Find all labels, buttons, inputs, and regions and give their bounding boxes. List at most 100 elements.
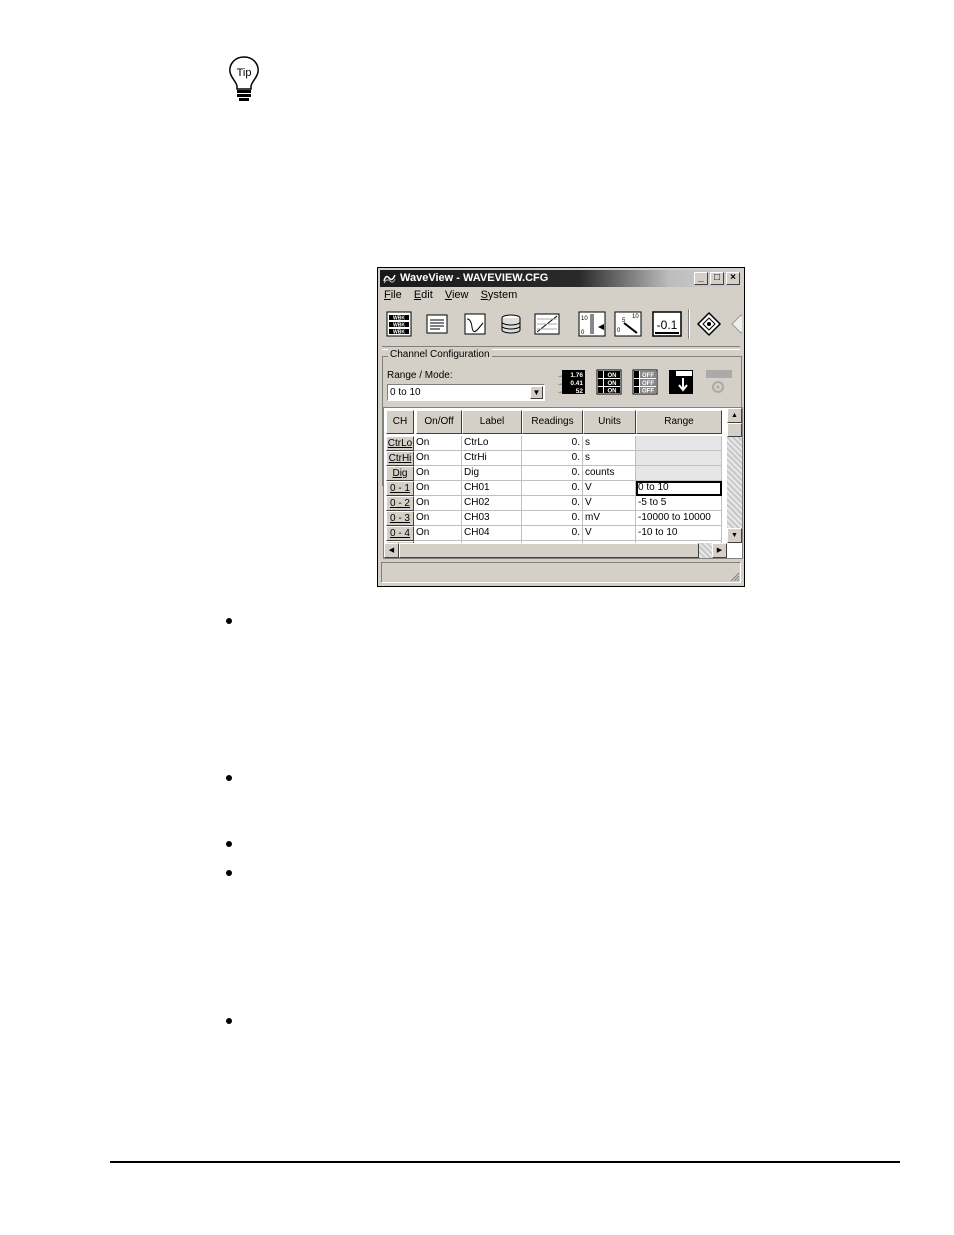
title-bar[interactable]: WaveView - WAVEVIEW.CFG _ □ × xyxy=(380,270,742,287)
label-cell[interactable]: CH01 xyxy=(462,481,522,496)
table-row[interactable]: CtrLo On CtrLo 0. s xyxy=(384,436,724,451)
label-cell[interactable]: CH02 xyxy=(462,496,522,511)
label-cell[interactable]: CtrHi xyxy=(462,451,522,466)
channels-on-icon[interactable]: ON ON ON xyxy=(596,369,622,395)
units-cell[interactable]: V xyxy=(583,496,636,511)
svg-text:OFF: OFF xyxy=(642,381,654,387)
channel-button[interactable]: 0 - 2 xyxy=(386,496,414,511)
table-row[interactable]: 0 - 3 On CH03 0. mV -10000 to 10000 xyxy=(384,511,724,526)
scroll-left-arrow-icon[interactable]: ◀ xyxy=(384,543,399,558)
svg-text:ON: ON xyxy=(608,381,617,387)
column-header-label[interactable]: Label xyxy=(462,410,522,434)
table-row[interactable]: Dig On Dig 0. counts xyxy=(384,466,724,481)
label-cell[interactable]: CH04 xyxy=(462,526,522,541)
range-cell[interactable]: -10 to 10 xyxy=(636,526,722,541)
waveview-app-icon xyxy=(383,274,396,284)
scroll-up-arrow-icon[interactable]: ▲ xyxy=(727,408,742,423)
horizontal-scroll-thumb[interactable] xyxy=(399,543,699,558)
disk-stack-icon[interactable] xyxy=(498,311,524,337)
channel-button[interactable]: 0 - 4 xyxy=(386,526,414,541)
reading-cell[interactable]: 0. xyxy=(522,451,583,466)
resize-grip-icon[interactable] xyxy=(728,570,740,582)
on-off-cell[interactable]: On xyxy=(414,511,462,526)
range-cell[interactable]: -10000 to 10000 xyxy=(636,511,722,526)
on-off-cell[interactable]: On xyxy=(414,451,462,466)
bullet-point xyxy=(226,618,232,624)
column-header-range[interactable]: Range xyxy=(636,410,722,434)
menu-edit[interactable]: Edit xyxy=(414,289,433,301)
svg-text:WBK: WBK xyxy=(393,316,405,322)
menu-system[interactable]: System xyxy=(481,289,518,301)
scroll-right-arrow-icon[interactable]: ▶ xyxy=(712,543,727,558)
units-cell[interactable]: counts xyxy=(583,466,636,481)
maximize-button[interactable]: □ xyxy=(710,272,724,285)
reading-cell[interactable]: 0. xyxy=(522,481,583,496)
on-off-cell[interactable]: On xyxy=(414,481,462,496)
channels-off-icon[interactable]: OFF OFF OFF xyxy=(632,369,658,395)
scope-icon[interactable] xyxy=(462,311,488,337)
label-cell[interactable]: CtrLo xyxy=(462,436,522,451)
tip-lightbulb-icon: Tip xyxy=(229,56,259,101)
vertical-scroll-thumb[interactable] xyxy=(727,423,742,437)
wbk-icon[interactable]: WBK WBK WBK xyxy=(386,311,412,337)
on-off-cell[interactable]: On xyxy=(414,526,462,541)
range-mode-select[interactable]: 0 to 10 ▼ xyxy=(387,384,545,401)
range-cell[interactable] xyxy=(636,466,722,481)
column-header-ch[interactable]: CH xyxy=(386,410,414,434)
menu-file[interactable]: File xyxy=(384,289,402,301)
column-header-on-off[interactable]: On/Off xyxy=(416,410,462,434)
range-cell[interactable] xyxy=(636,436,722,451)
range-cell[interactable]: -5 to 5 xyxy=(636,496,722,511)
reading-cell[interactable]: 0. xyxy=(522,436,583,451)
minimize-button[interactable]: _ xyxy=(694,272,708,285)
table-row[interactable]: 0 - 2 On CH02 0. V -5 to 5 xyxy=(384,496,724,511)
table-row[interactable]: 0 - 4 On CH04 0. V -10 to 10 xyxy=(384,526,724,541)
digital-meter-icon[interactable]: -0.1 xyxy=(652,311,682,337)
notes-icon[interactable] xyxy=(424,311,450,337)
dial-meter-icon[interactable]: 5 10 0 xyxy=(614,311,642,337)
vertical-scrollbar[interactable]: ▲ ▼ xyxy=(727,408,742,543)
footer-divider xyxy=(110,1161,900,1163)
reading-cell[interactable]: 0. xyxy=(522,526,583,541)
svg-text:0.41: 0.41 xyxy=(570,380,583,387)
range-cell[interactable]: 0 to 10 xyxy=(636,481,722,496)
reading-cell[interactable]: 0. xyxy=(522,496,583,511)
menu-view[interactable]: View xyxy=(445,289,469,301)
status-bar xyxy=(381,562,741,583)
svg-text:ON: ON xyxy=(608,373,617,379)
bullet-point xyxy=(226,841,232,847)
table-row[interactable]: 0 - 1 On CH01 0. V 0 to 10 xyxy=(384,481,724,496)
diamond-icon[interactable] xyxy=(696,311,722,337)
units-cell[interactable]: V xyxy=(583,481,636,496)
label-cell[interactable]: CH03 xyxy=(462,511,522,526)
on-off-cell[interactable]: On xyxy=(414,496,462,511)
horizontal-scrollbar[interactable]: ◀ ▶ xyxy=(384,543,727,558)
close-button[interactable]: × xyxy=(726,272,740,285)
table-row[interactable]: CtrHi On CtrHi 0. s xyxy=(384,451,724,466)
channel-button[interactable]: 0 - 1 xyxy=(386,481,414,496)
channel-button[interactable]: CtrLo xyxy=(386,436,414,451)
range-cell[interactable] xyxy=(636,451,722,466)
chevron-down-icon[interactable]: ▼ xyxy=(530,386,543,399)
units-cell[interactable]: mV xyxy=(583,511,636,526)
units-cell[interactable]: V xyxy=(583,526,636,541)
scroll-down-arrow-icon[interactable]: ▼ xyxy=(727,528,742,543)
units-cell[interactable]: s xyxy=(583,436,636,451)
on-off-cell[interactable]: On xyxy=(414,436,462,451)
reading-cell[interactable]: 0. xyxy=(522,511,583,526)
channel-button[interactable]: Dig xyxy=(386,466,414,481)
channel-button[interactable]: CtrHi xyxy=(386,451,414,466)
chart-icon[interactable] xyxy=(534,311,560,337)
channel-sort-down-icon[interactable] xyxy=(668,369,694,395)
bar-meter-icon[interactable]: 10 0 xyxy=(578,311,606,337)
label-cell[interactable]: Dig xyxy=(462,466,522,481)
on-off-cell[interactable]: On xyxy=(414,466,462,481)
faded-diamond-icon xyxy=(731,314,742,334)
column-header-readings[interactable]: Readings xyxy=(522,410,583,434)
units-cell[interactable]: s xyxy=(583,451,636,466)
column-header-units[interactable]: Units xyxy=(583,410,636,434)
svg-text:OFF: OFF xyxy=(642,373,654,379)
readings-display-icon[interactable]: → → → 1.76 0.41 52 xyxy=(556,369,586,395)
channel-button[interactable]: 0 - 3 xyxy=(386,511,414,526)
reading-cell[interactable]: 0. xyxy=(522,466,583,481)
